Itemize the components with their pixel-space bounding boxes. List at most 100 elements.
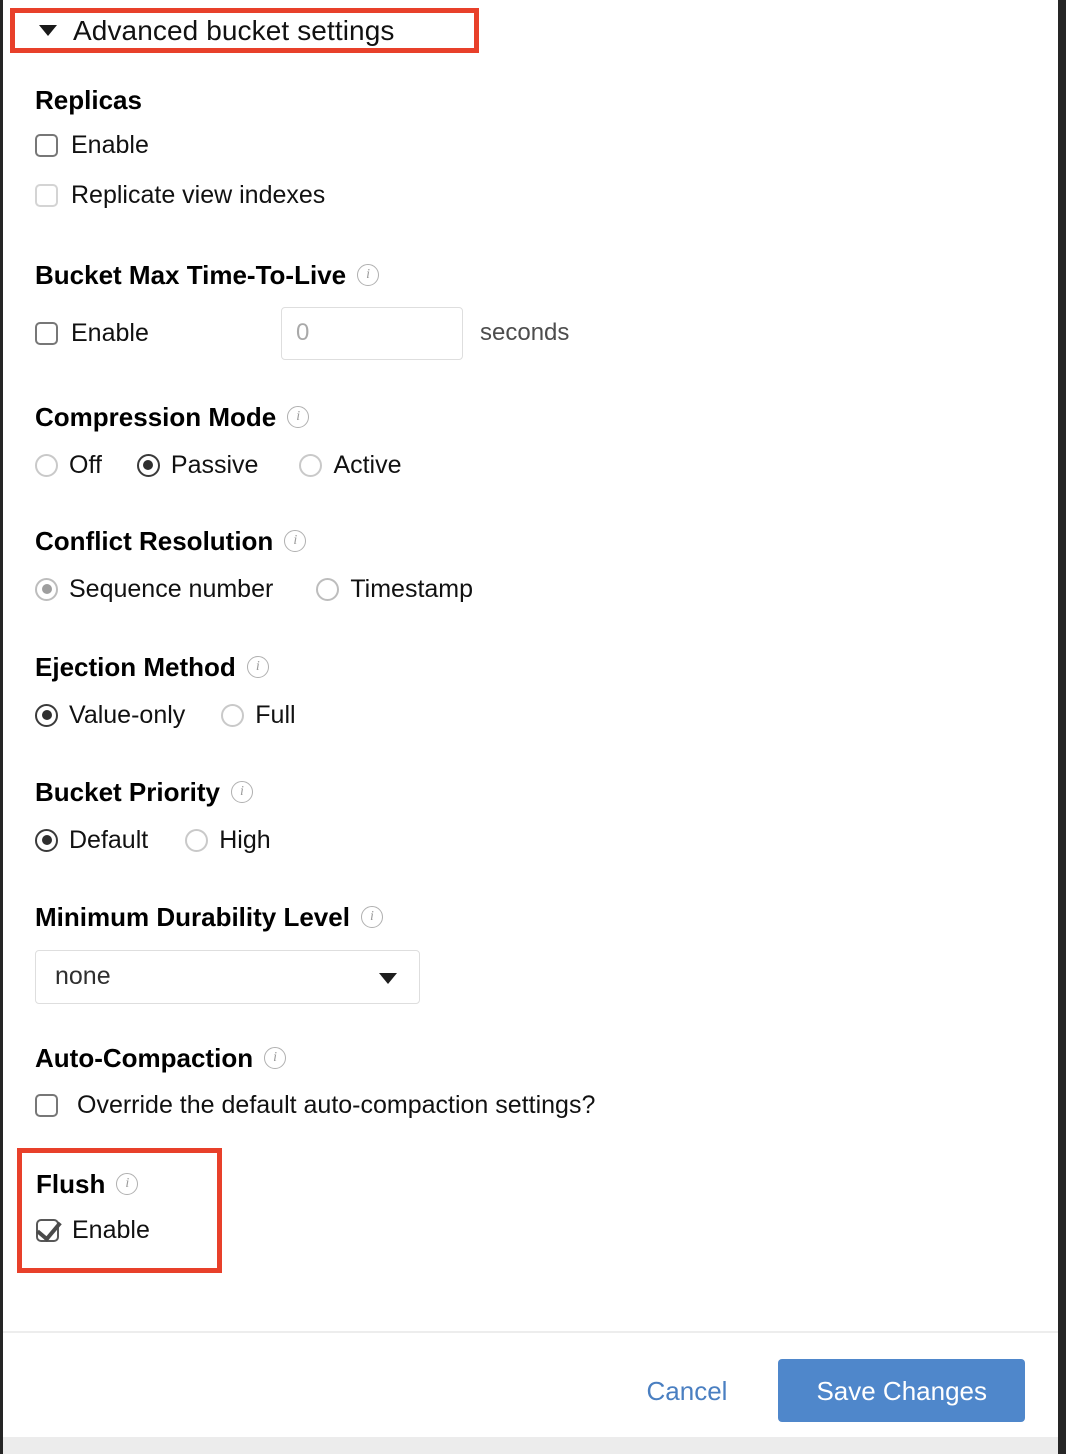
conflict-title-text: Conflict Resolution bbox=[35, 526, 274, 556]
flush-enable-label: Enable bbox=[72, 1215, 150, 1244]
advanced-bucket-settings-toggle[interactable]: Advanced bucket settings bbox=[15, 13, 474, 48]
settings-panel: Advanced bucket settings Replicas Enable… bbox=[3, 0, 1058, 1437]
info-icon[interactable]: i bbox=[264, 1047, 287, 1070]
window-right-edge bbox=[1058, 0, 1066, 1454]
priority-options-row: Default High bbox=[35, 825, 271, 854]
replicas-title-text: Replicas bbox=[35, 85, 142, 115]
section-conflict-resolution: Conflict Resolution i Sequence number Ti… bbox=[35, 527, 473, 602]
info-icon[interactable]: i bbox=[230, 781, 253, 804]
dialog-footer: Cancel Save Changes bbox=[3, 1331, 1058, 1437]
durability-level-select[interactable]: none bbox=[35, 949, 420, 1004]
replicas-enable-checkbox[interactable] bbox=[35, 133, 58, 157]
auto-compaction-title: Auto-Compaction i bbox=[35, 1044, 595, 1073]
window-bottom-edge bbox=[3, 1437, 1058, 1454]
conflict-option-timestamp[interactable]: Timestamp bbox=[316, 574, 474, 603]
compression-option-off[interactable]: Off bbox=[35, 450, 102, 479]
section-replicas: Replicas Enable Replicate view indexes bbox=[35, 86, 325, 208]
ejection-option-value-only[interactable]: Value-only bbox=[35, 700, 186, 729]
section-bucket-priority: Bucket Priority i Default High bbox=[35, 778, 271, 853]
conflict-option-sequence-number[interactable]: Sequence number bbox=[35, 574, 274, 603]
flush-enable-checkbox-row[interactable]: Enable bbox=[36, 1215, 150, 1244]
compression-option-active[interactable]: Active bbox=[299, 450, 402, 479]
ejection-option-value-only-label: Value-only bbox=[69, 700, 186, 729]
ttl-title: Bucket Max Time-To-Live i bbox=[35, 261, 569, 290]
priority-option-default[interactable]: Default bbox=[35, 825, 149, 854]
radio-full[interactable] bbox=[221, 703, 245, 727]
chevron-down-icon bbox=[379, 972, 397, 984]
ttl-enable-label: Enable bbox=[71, 318, 149, 347]
info-icon[interactable]: i bbox=[284, 530, 307, 553]
conflict-option-sequence-number-label: Sequence number bbox=[69, 574, 274, 603]
radio-active[interactable] bbox=[299, 453, 323, 477]
flush-enable-checkbox[interactable] bbox=[36, 1218, 59, 1242]
conflict-options-row: Sequence number Timestamp bbox=[35, 574, 474, 603]
compression-title-text: Compression Mode bbox=[35, 402, 277, 432]
replicate-view-indexes-checkbox[interactable] bbox=[35, 183, 58, 207]
advanced-settings-highlight: Advanced bucket settings bbox=[10, 8, 479, 53]
auto-compaction-override-label: Override the default auto-compaction set… bbox=[77, 1090, 596, 1119]
radio-timestamp[interactable] bbox=[316, 577, 340, 601]
info-icon[interactable]: i bbox=[246, 656, 269, 679]
radio-default[interactable] bbox=[35, 828, 58, 852]
priority-title-text: Bucket Priority bbox=[35, 777, 220, 807]
caret-down-icon bbox=[39, 25, 57, 36]
ejection-option-full[interactable]: Full bbox=[221, 700, 296, 729]
compression-option-off-label: Off bbox=[69, 450, 102, 479]
ejection-title-text: Ejection Method bbox=[35, 652, 236, 682]
ejection-option-full-label: Full bbox=[255, 700, 296, 729]
flush-highlight: Flush i Enable bbox=[17, 1148, 222, 1273]
radio-value-only[interactable] bbox=[35, 703, 58, 727]
ttl-value-input[interactable] bbox=[281, 306, 463, 360]
compression-option-passive[interactable]: Passive bbox=[136, 450, 259, 479]
compression-title: Compression Mode i bbox=[35, 403, 402, 432]
section-ejection-method: Ejection Method i Value-only Full bbox=[35, 653, 296, 728]
info-icon[interactable]: i bbox=[357, 264, 380, 287]
compression-options-row: Off Passive Active bbox=[35, 450, 402, 479]
advanced-settings-label: Advanced bucket settings bbox=[73, 14, 395, 46]
bucket-settings-page: Advanced bucket settings Replicas Enable… bbox=[0, 0, 1066, 1454]
conflict-option-timestamp-label: Timestamp bbox=[350, 574, 474, 603]
compression-option-passive-label: Passive bbox=[170, 450, 259, 479]
durability-title: Minimum Durability Level i bbox=[35, 903, 420, 932]
conflict-title: Conflict Resolution i bbox=[35, 527, 473, 556]
ttl-units-label: seconds bbox=[480, 319, 570, 347]
durability-level-selected-value: none bbox=[55, 962, 111, 991]
priority-option-high-label: High bbox=[219, 825, 271, 854]
section-compression-mode: Compression Mode i Off Passive Active bbox=[35, 403, 402, 478]
ejection-title: Ejection Method i bbox=[35, 653, 296, 682]
auto-compaction-title-text: Auto-Compaction bbox=[35, 1043, 254, 1073]
section-flush: Flush i Enable bbox=[36, 1170, 150, 1243]
replicas-title: Replicas bbox=[35, 86, 325, 115]
radio-off[interactable] bbox=[35, 453, 58, 477]
compression-option-active-label: Active bbox=[333, 450, 402, 479]
ttl-enable-checkbox[interactable] bbox=[35, 321, 58, 345]
durability-title-text: Minimum Durability Level bbox=[35, 902, 350, 932]
settings-content: Advanced bucket settings Replicas Enable… bbox=[3, 0, 1058, 1331]
replicate-view-indexes-checkbox-row[interactable]: Replicate view indexes bbox=[35, 180, 326, 209]
priority-option-default-label: Default bbox=[69, 825, 149, 854]
section-auto-compaction: Auto-Compaction i Override the default a… bbox=[35, 1044, 595, 1118]
info-icon[interactable]: i bbox=[360, 906, 383, 929]
radio-high[interactable] bbox=[185, 828, 209, 852]
ttl-controls-row: Enable seconds bbox=[35, 306, 570, 360]
replicate-view-indexes-label: Replicate view indexes bbox=[71, 180, 326, 209]
priority-option-high[interactable]: High bbox=[185, 825, 271, 854]
priority-title: Bucket Priority i bbox=[35, 778, 271, 807]
flush-title: Flush i bbox=[36, 1170, 150, 1199]
info-icon[interactable]: i bbox=[287, 406, 310, 429]
ttl-title-text: Bucket Max Time-To-Live bbox=[35, 260, 347, 290]
auto-compaction-override-checkbox[interactable] bbox=[35, 1093, 58, 1117]
ttl-enable-checkbox-row[interactable]: Enable bbox=[35, 318, 281, 347]
section-bucket-max-ttl: Bucket Max Time-To-Live i Enable seconds bbox=[35, 261, 569, 360]
save-changes-button[interactable]: Save Changes bbox=[778, 1359, 1025, 1422]
flush-title-text: Flush bbox=[36, 1169, 106, 1199]
ejection-options-row: Value-only Full bbox=[35, 700, 296, 729]
footer-actions: Cancel Save Changes bbox=[633, 1359, 1025, 1422]
replicas-enable-label: Enable bbox=[71, 130, 149, 159]
radio-sequence-number[interactable] bbox=[35, 577, 58, 601]
radio-passive[interactable] bbox=[136, 453, 160, 477]
info-icon[interactable]: i bbox=[116, 1173, 139, 1196]
replicas-enable-checkbox-row[interactable]: Enable bbox=[35, 130, 325, 159]
auto-compaction-override-checkbox-row[interactable]: Override the default auto-compaction set… bbox=[35, 1090, 596, 1119]
cancel-button[interactable]: Cancel bbox=[633, 1378, 742, 1404]
